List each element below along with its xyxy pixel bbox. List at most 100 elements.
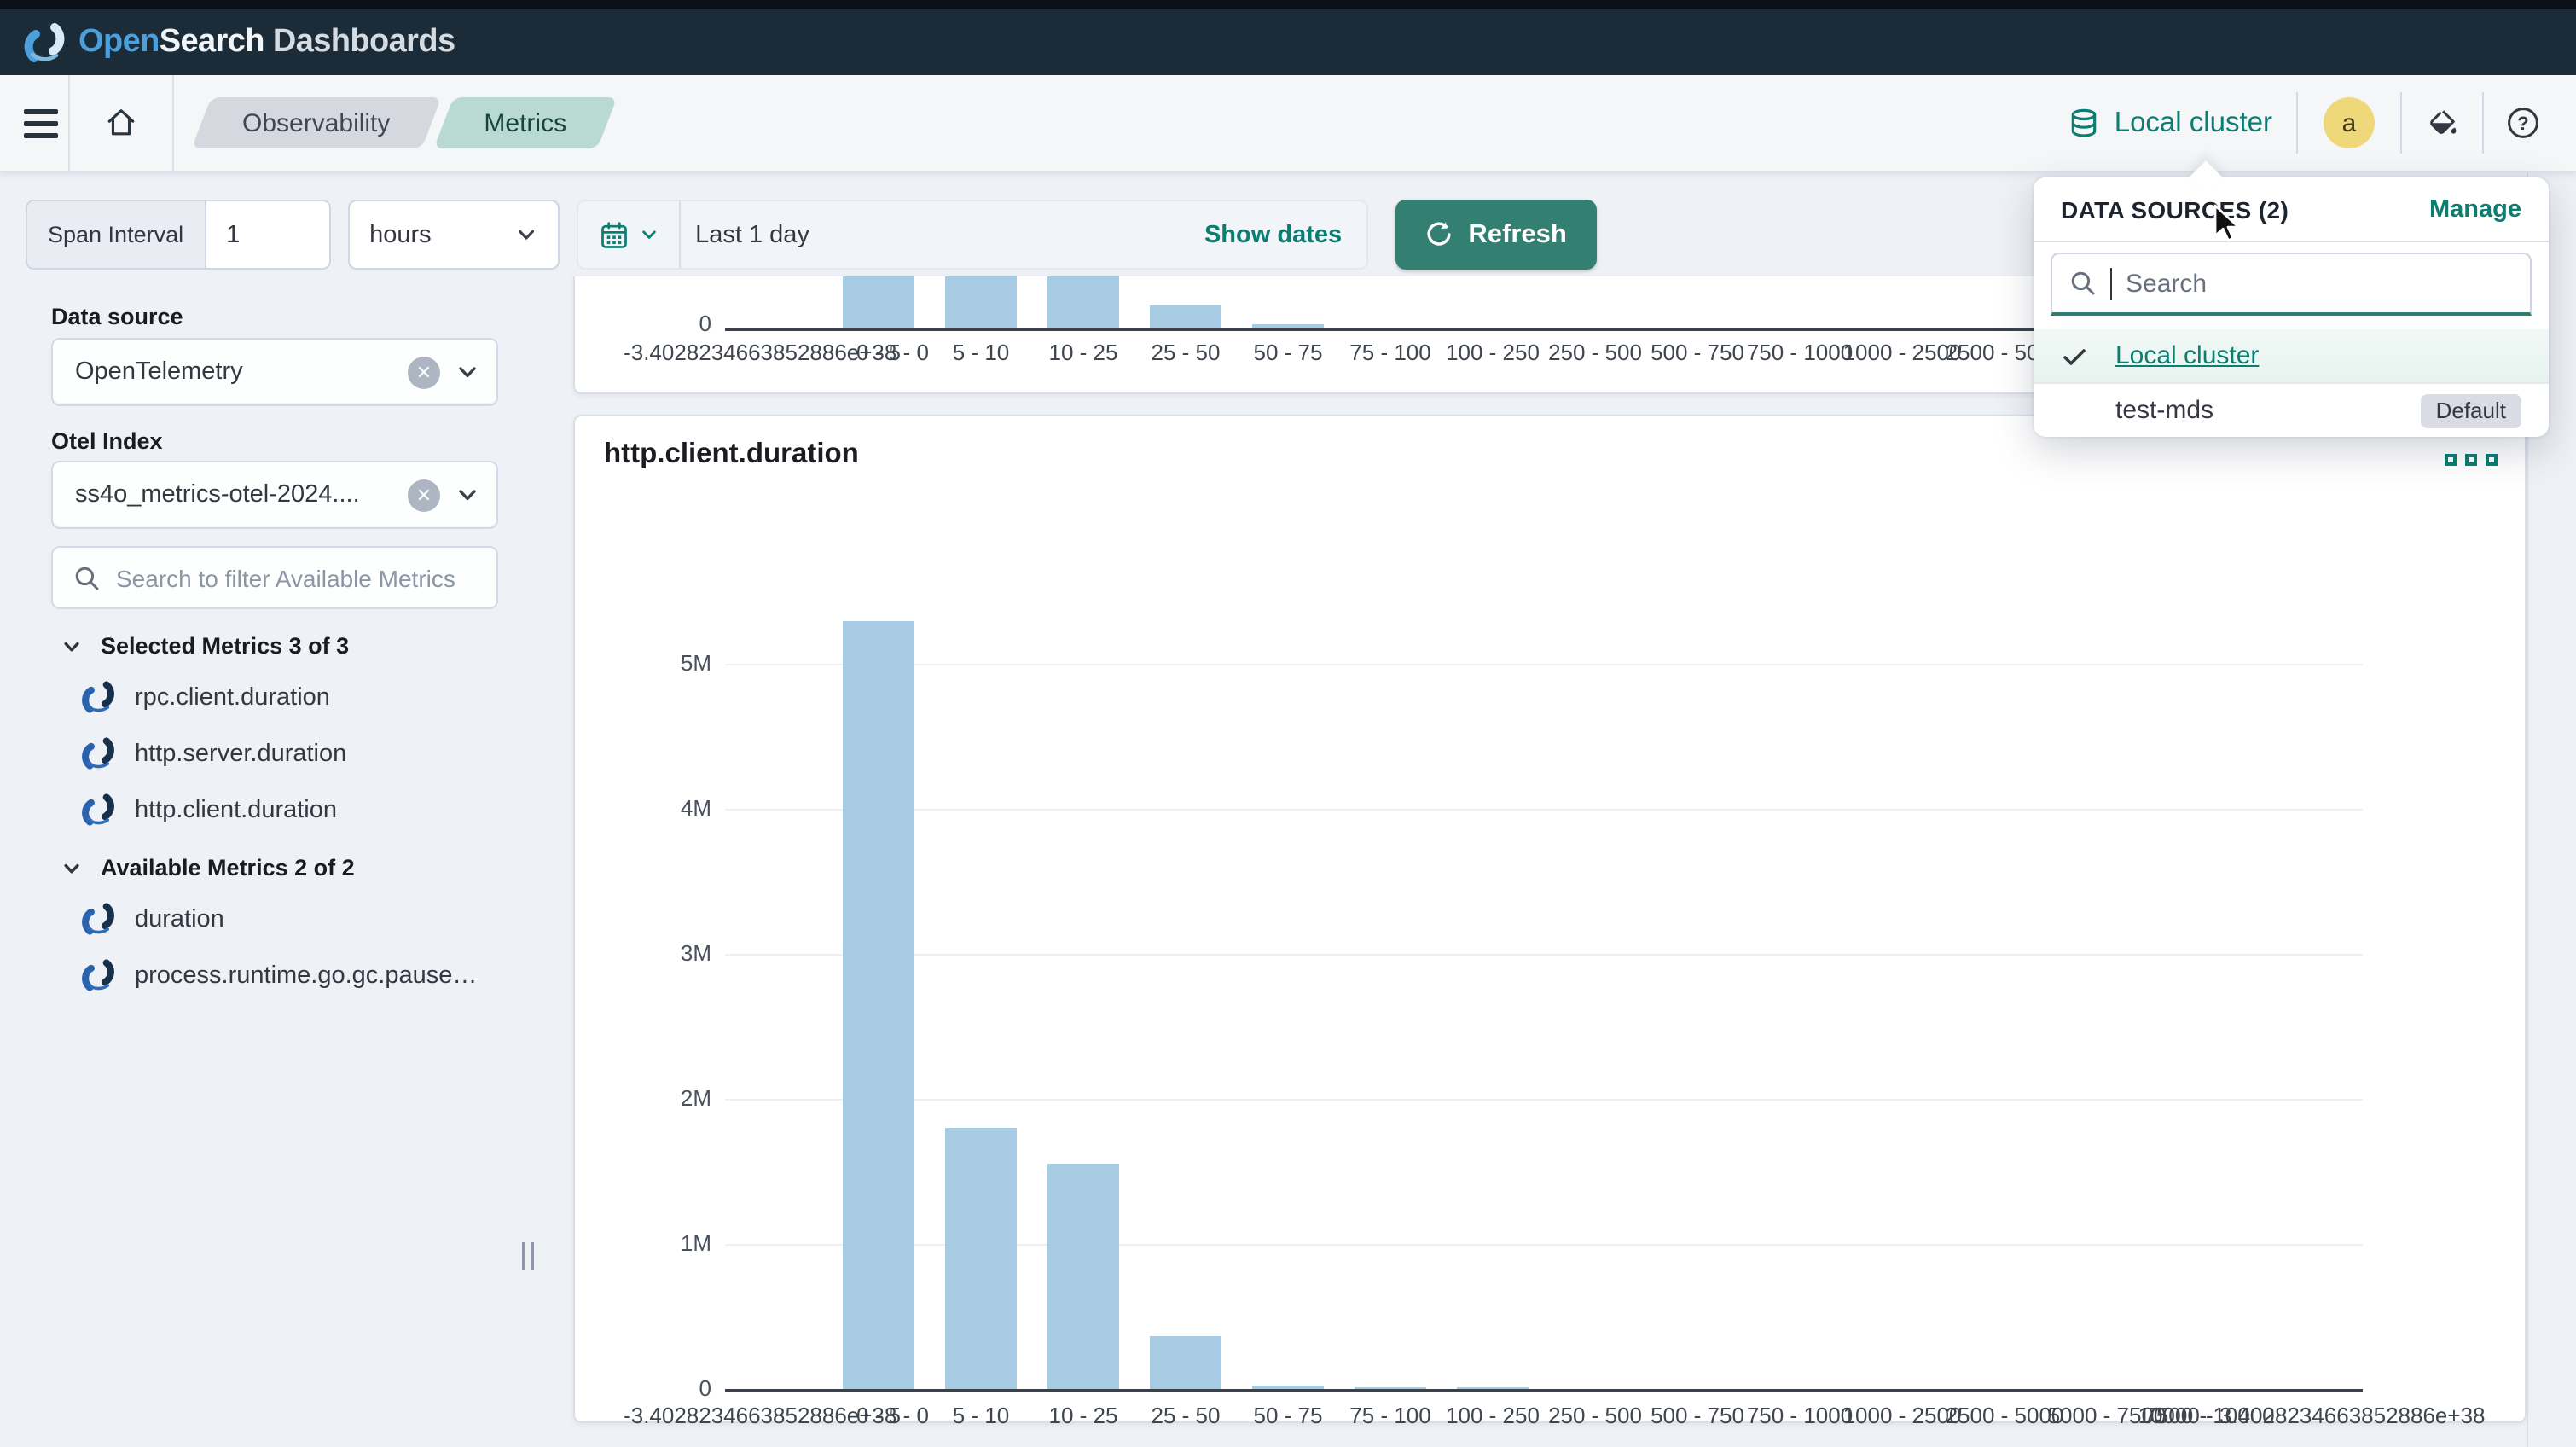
- opensearch-metric-icon: [80, 792, 116, 828]
- otel-index-label: Otel Index: [51, 428, 163, 454]
- otel-index-combobox[interactable]: ss4o_metrics-otel-2024.... ✕: [51, 461, 498, 529]
- help-icon: ?: [2506, 106, 2540, 140]
- metric-item[interactable]: rpc.client.duration: [80, 679, 330, 715]
- data-source-option-test-mds[interactable]: test-mds Default: [2034, 384, 2549, 437]
- x-tick-label: 0 - 5: [856, 340, 901, 365]
- x-tick-label: 500 - 750: [1651, 340, 1744, 365]
- top-navigation-bar: OpenSearchDashboards: [0, 0, 2576, 75]
- popup-search-input[interactable]: Search: [2051, 253, 2532, 316]
- paint-bucket-icon: [2424, 105, 2460, 141]
- header-actions: Local cluster a ?: [2045, 75, 2576, 171]
- breadcrumb-observability[interactable]: Observability: [201, 97, 431, 148]
- manage-link[interactable]: Manage: [2429, 196, 2521, 224]
- metric-item[interactable]: http.client.duration: [80, 792, 337, 828]
- date-picker[interactable]: Last 1 day Show dates: [576, 200, 1367, 270]
- data-source-popup: DATA SOURCES (2) Manage Search Local clu…: [2034, 177, 2549, 437]
- chevron-down-icon: [639, 225, 658, 244]
- sidebar-resize-handle[interactable]: [522, 1242, 534, 1270]
- bar: [945, 1128, 1017, 1389]
- metrics-search-input[interactable]: Search to filter Available Metrics: [51, 546, 498, 609]
- x-tick-label: 1000 - 2500: [1843, 340, 1962, 365]
- opensearch-metric-icon: [80, 735, 116, 771]
- search-icon: [73, 564, 101, 591]
- cluster-label: Local cluster: [2115, 107, 2272, 139]
- clear-icon[interactable]: ✕: [408, 479, 440, 511]
- chevron-down-icon: [455, 483, 479, 507]
- bar: [1150, 1337, 1221, 1389]
- data-source-selector-button[interactable]: Local cluster: [2045, 107, 2296, 139]
- metrics-sidebar: Data source OpenTelemetry ✕ Otel Index s…: [0, 270, 549, 1447]
- x-tick-label: 2500 - 5000: [1946, 1403, 2064, 1428]
- chevron-down-icon: [61, 636, 82, 656]
- span-interval-group: Span Interval 1: [26, 200, 330, 270]
- selected-metrics-header[interactable]: Selected Metrics 3 of 3: [61, 633, 349, 659]
- x-tick-label: 5 - 10: [953, 340, 1010, 365]
- chart-panel-http-client-duration: http.client.duration 01M2M3M4M5M -3.4028…: [573, 415, 2527, 1423]
- popup-header: DATA SOURCES (2) Manage: [2034, 177, 2549, 242]
- user-avatar[interactable]: a: [2324, 97, 2375, 148]
- x-tick-label: 50 - 75: [1254, 340, 1323, 365]
- x-tick-label: 25 - 50: [1152, 1403, 1221, 1428]
- y-tick-label: 0: [578, 1375, 711, 1401]
- x-tick-label: 750 - 1000: [1747, 340, 1853, 365]
- x-tick-label: 250 - 500: [1548, 1403, 1642, 1428]
- x-tick-label: 75 - 100: [1349, 340, 1430, 365]
- menu-button[interactable]: [14, 96, 68, 150]
- span-interval-input[interactable]: 1: [206, 201, 328, 268]
- home-icon: [102, 104, 140, 142]
- metric-item[interactable]: http.server.duration: [80, 735, 346, 771]
- bar: [843, 276, 914, 328]
- x-tick-label: 25 - 50: [1152, 340, 1221, 365]
- x-tick-label: 750 - 1000: [1747, 1403, 1853, 1428]
- bar: [843, 620, 914, 1389]
- data-source-option-local-cluster[interactable]: Local cluster: [2034, 329, 2549, 384]
- theme-button[interactable]: [2402, 105, 2482, 141]
- check-icon: [2061, 342, 2088, 369]
- svg-text:?: ?: [2517, 113, 2528, 134]
- refresh-button[interactable]: Refresh: [1395, 200, 1596, 270]
- divider: [172, 75, 174, 171]
- bar: [945, 276, 1017, 328]
- help-button[interactable]: ?: [2484, 106, 2562, 140]
- divider: [68, 75, 70, 171]
- hamburger-icon: [24, 108, 58, 137]
- header-bar: Observability Metrics Local cluster a: [0, 75, 2576, 172]
- x-tick-label: 75 - 100: [1349, 1403, 1430, 1428]
- clear-icon[interactable]: ✕: [408, 356, 440, 388]
- available-metrics-header[interactable]: Available Metrics 2 of 2: [61, 855, 355, 880]
- main-chart-plot: [725, 597, 2363, 1392]
- opensearch-metric-icon: [80, 679, 116, 715]
- x-tick-label: 50 - 75: [1254, 1403, 1323, 1428]
- metric-item[interactable]: process.runtime.go.gc.pause…: [80, 957, 477, 993]
- home-button[interactable]: [94, 96, 148, 150]
- show-dates-button[interactable]: Show dates: [1204, 221, 1366, 248]
- panel-menu-button[interactable]: [2445, 454, 2498, 466]
- app-title: OpenSearchDashboards: [78, 23, 455, 61]
- bar: [1047, 1165, 1119, 1390]
- x-tick-label: 500 - 750: [1651, 1403, 1744, 1428]
- y-tick-label: 2M: [578, 1085, 711, 1111]
- bar: [1150, 305, 1221, 328]
- data-source-label: Data source: [51, 304, 183, 329]
- data-source-combobox[interactable]: OpenTelemetry ✕: [51, 338, 498, 406]
- breadcrumb-metrics[interactable]: Metrics: [443, 97, 607, 148]
- chevron-down-icon: [61, 857, 82, 878]
- breadcrumb: Observability Metrics: [201, 97, 607, 148]
- x-tick-label: 10 - 25: [1049, 340, 1118, 365]
- chart-title: http.client.duration: [604, 439, 859, 471]
- opensearch-logo-icon: [22, 20, 67, 64]
- x-tick-label: 0 - 5: [856, 1403, 901, 1428]
- time-controls: Span Interval 1 hours Last 1 day Show da…: [26, 200, 1596, 270]
- bar: [1355, 1387, 1426, 1389]
- calendar-menu-button[interactable]: [577, 201, 678, 268]
- opensearch-logo: OpenSearchDashboards: [22, 20, 455, 64]
- time-range-value[interactable]: Last 1 day: [680, 221, 809, 248]
- y-axis-zero-label: 0: [578, 311, 711, 336]
- span-unit-select[interactable]: hours: [347, 200, 559, 270]
- opensearch-metric-icon: [80, 901, 116, 937]
- x-tick-label: 100 - 250: [1446, 340, 1540, 365]
- popup-search-placeholder: Search: [2126, 269, 2207, 298]
- x-tick-label: 5 - 10: [953, 1403, 1010, 1428]
- bar: [1252, 1386, 1324, 1389]
- metric-item[interactable]: duration: [80, 901, 224, 937]
